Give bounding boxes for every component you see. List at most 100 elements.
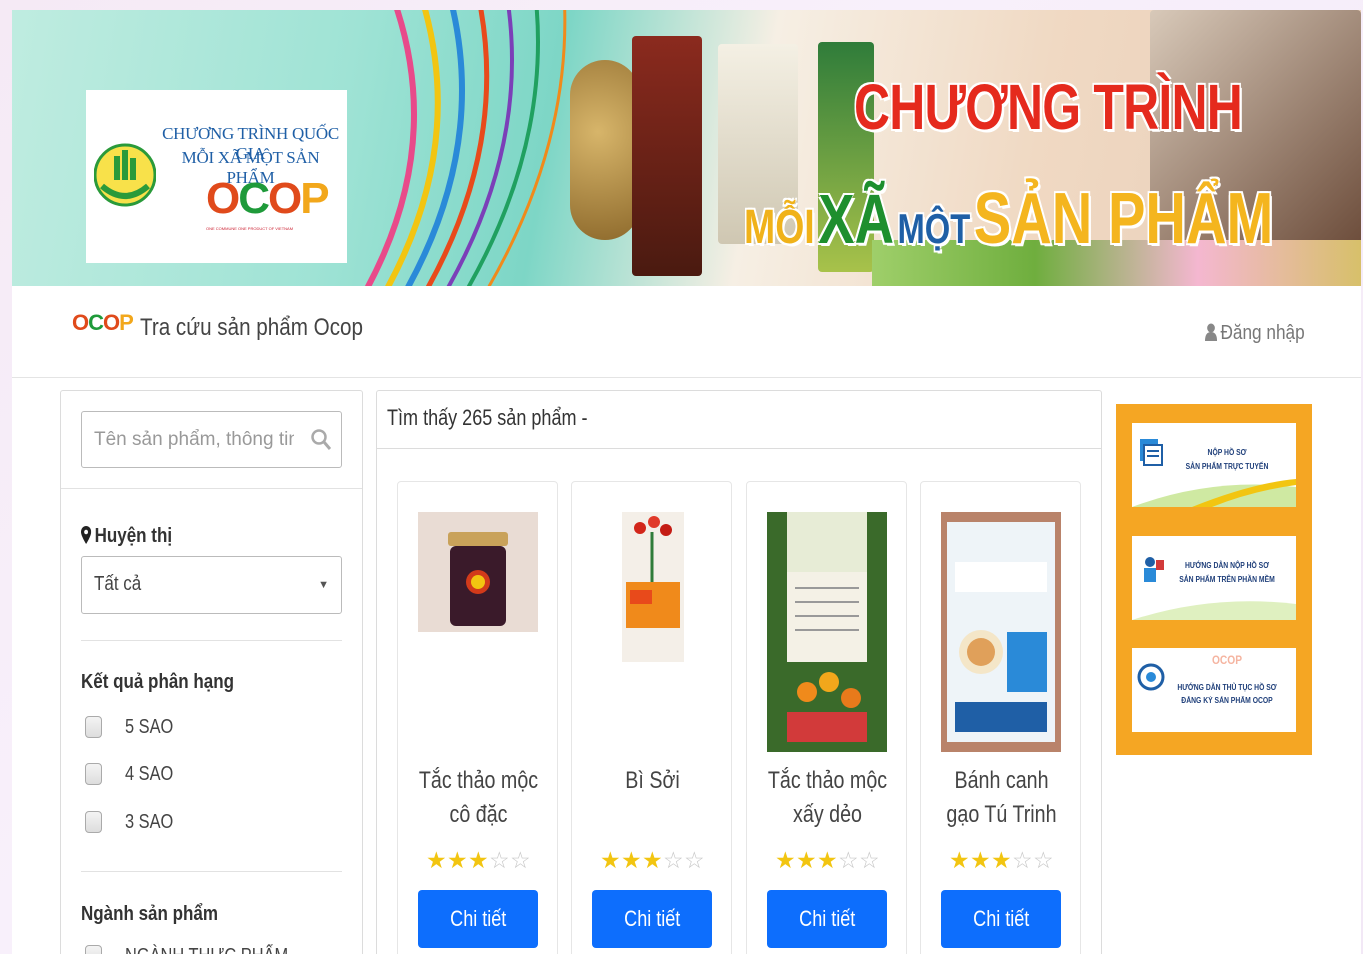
divider: [81, 640, 342, 641]
detail-button[interactable]: Chi tiết: [592, 890, 712, 948]
star-filled-icon: ★: [468, 847, 489, 873]
product-image[interactable]: [767, 512, 887, 752]
star-filled-icon: ★: [817, 847, 838, 873]
checkbox-label: NGÀNH THỰC PHẨM: [125, 945, 288, 954]
ocop-badge-icon: [1137, 663, 1165, 691]
navbar: OCOP Tra cứu sản phẩm Ocop Đăng nhập: [12, 286, 1361, 378]
product-name[interactable]: Bì Sởi: [591, 764, 713, 798]
detail-button[interactable]: Chi tiết: [767, 890, 887, 948]
star-filled-icon: ★: [642, 847, 663, 873]
results-header: Tìm thấy 265 sản phẩm -: [377, 391, 1101, 449]
star-filled-icon: ★: [775, 847, 796, 873]
star-filled-icon: ★: [949, 847, 970, 873]
navbar-title[interactable]: Tra cứu sản phẩm Ocop: [140, 314, 363, 342]
star-filled-icon: ★: [970, 847, 991, 873]
banner-title-word: SẢN PHẨM: [973, 179, 1274, 259]
detail-button-label: Chi tiết: [449, 906, 507, 931]
navbar-ocop-logo[interactable]: OCOP: [72, 310, 134, 344]
submission-guide-link[interactable]: HƯỚNG DẪN NỘP HỒ SƠ SẢN PHẨM TRÊN PHẦN M…: [1132, 536, 1296, 620]
logo-ocop-text: OCOP: [206, 174, 330, 223]
checkbox[interactable]: [85, 716, 102, 738]
product-rating: ★★★☆☆: [949, 848, 1059, 872]
quick-link-line2: ĐĂNG KÝ SẢN PHẨM OCOP: [1181, 696, 1273, 705]
new-rural-emblem-icon: [94, 143, 156, 207]
star-filled-icon: ★: [426, 847, 447, 873]
star-filled-icon: ★: [447, 847, 468, 873]
banner-product-box: [632, 36, 702, 276]
banner-title-word: MỖI: [744, 201, 815, 254]
caret-down-icon: ▼: [318, 579, 329, 591]
quick-link-line1: HƯỚNG DẪN NỘP HỒ SƠ: [1185, 561, 1269, 570]
product-card[interactable]: Tắc thảo mộc cô đặc ★★★☆☆ Chi tiết: [397, 481, 558, 954]
detail-button-label: Chi tiết: [623, 906, 681, 931]
search-input[interactable]: [94, 426, 294, 454]
star-filled-icon: ★: [991, 847, 1012, 873]
quick-links-panel: NỘP HỒ SƠ SẢN PHẨM TRỰC TUYẾN HƯỚNG DẪN …: [1116, 404, 1312, 755]
guide-icon: [1144, 557, 1164, 582]
product-rating: ★★★☆☆: [775, 848, 885, 872]
district-select-value: Tất cả: [94, 573, 142, 595]
results-panel: Tìm thấy 265 sản phẩm - Tắc thảo mộc cô …: [376, 390, 1102, 954]
star-filled-icon: ★: [600, 847, 621, 873]
detail-button-label: Chi tiết: [798, 906, 856, 931]
product-rating: ★★★☆☆: [600, 848, 710, 872]
checkbox[interactable]: [85, 763, 102, 785]
quick-link-line1: NỘP HỒ SƠ: [1207, 448, 1247, 457]
star-empty-icon: ☆: [1012, 847, 1033, 873]
banner-product-longan: [570, 60, 640, 240]
checkbox-label: 5 SAO: [125, 716, 174, 738]
product-image[interactable]: [592, 512, 712, 752]
search-box[interactable]: [81, 411, 342, 468]
quick-link-logo: OCOP: [1211, 653, 1243, 667]
checkbox[interactable]: [85, 811, 102, 833]
product-card[interactable]: Bì Sởi ★★★☆☆ Chi tiết: [571, 481, 732, 954]
star-empty-icon: ☆: [838, 847, 859, 873]
divider: [81, 871, 342, 872]
decorative-rays: [364, 10, 567, 286]
document-icon: [1140, 439, 1163, 466]
login-link[interactable]: Đăng nhập: [1205, 322, 1305, 345]
product-card[interactable]: Bánh canh gạo Tú Trinh ★★★☆☆ Chi tiết: [920, 481, 1081, 954]
decorative-swoosh: [1132, 479, 1296, 507]
checkbox-label: 3 SAO: [125, 811, 174, 833]
banner-title-line1: CHƯƠNG TRÌNH: [854, 71, 1243, 143]
category-label: Ngành sản phẩm: [81, 903, 218, 925]
product-name[interactable]: Tắc thảo mộc xấy dẻo: [766, 764, 888, 832]
banner-title-word: XÃ: [818, 180, 895, 258]
checkbox-label: 4 SAO: [125, 763, 174, 785]
product-name[interactable]: Bánh canh gạo Tú Trinh: [940, 764, 1062, 832]
checkbox[interactable]: [85, 945, 102, 954]
star-empty-icon: ☆: [663, 847, 684, 873]
navbar-logo-text: OCOP: [72, 310, 134, 335]
page: CHƯƠNG TRÌNH QUỐC GIA MỖI XÃ MỘT SẢN PHẨ…: [12, 10, 1361, 954]
star-filled-icon: ★: [621, 847, 642, 873]
divider: [61, 488, 362, 489]
rating-label: Kết quả phân hạng: [81, 671, 234, 693]
detail-button[interactable]: Chi tiết: [418, 890, 538, 948]
results-count: Tìm thấy 265 sản phẩm -: [387, 405, 588, 430]
detail-button-label: Chi tiết: [972, 906, 1030, 931]
star-empty-icon: ☆: [510, 847, 531, 873]
product-card[interactable]: Tắc thảo mộc xấy dẻo ★★★☆☆ Chi tiết: [746, 481, 907, 954]
detail-button[interactable]: Chi tiết: [941, 890, 1061, 948]
ocop-procedure-guide-link[interactable]: OCOP HƯỚNG DẪN THỦ TỤC HỒ SƠ ĐĂNG KÝ SẢN…: [1132, 648, 1296, 732]
map-pin-icon: [81, 526, 92, 544]
star-empty-icon: ☆: [859, 847, 880, 873]
product-image[interactable]: [941, 512, 1061, 752]
star-filled-icon: ★: [796, 847, 817, 873]
product-image[interactable]: [418, 512, 538, 752]
district-select[interactable]: Tất cả ▼: [81, 556, 342, 614]
user-icon: [1205, 323, 1218, 341]
star-empty-icon: ☆: [684, 847, 705, 873]
product-rating: ★★★☆☆: [426, 848, 536, 872]
header-banner: CHƯƠNG TRÌNH QUỐC GIA MỖI XÃ MỘT SẢN PHẨ…: [12, 10, 1361, 286]
online-submission-link[interactable]: NỘP HỒ SƠ SẢN PHẨM TRỰC TUYẾN: [1132, 423, 1296, 507]
quick-link-line2: SẢN PHẨM TRỰC TUYẾN: [1185, 462, 1269, 471]
login-label: Đăng nhập: [1220, 322, 1305, 344]
quick-link-line2: SẢN PHẨM TRÊN PHẦN MỀM: [1179, 575, 1275, 584]
quick-link-line1: HƯỚNG DẪN THỦ TỤC HỒ SƠ: [1177, 683, 1277, 692]
search-icon[interactable]: [311, 429, 331, 451]
logo-ocop-subtitle: ONE COMMUNE ONE PRODUCT OF VIETNAM: [206, 226, 294, 231]
ocop-logo-box: CHƯƠNG TRÌNH QUỐC GIA MỖI XÃ MỘT SẢN PHẨ…: [86, 90, 347, 263]
product-name[interactable]: Tắc thảo mộc cô đặc: [417, 764, 539, 832]
